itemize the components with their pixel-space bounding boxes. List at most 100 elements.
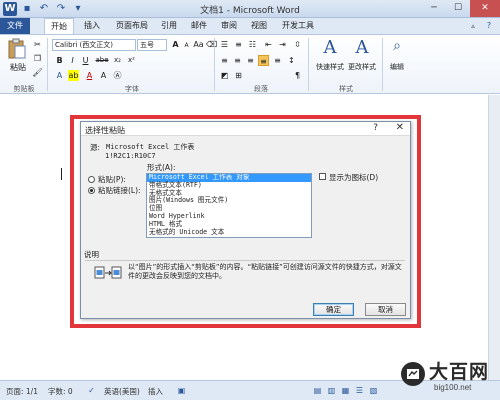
show-marks-icon[interactable]: ¶ [292,70,303,81]
cut-icon[interactable]: ✂ [32,39,43,50]
display-as-icon-checkbox[interactable] [319,173,326,180]
bold-button[interactable]: B [54,55,65,66]
proofing-icon[interactable]: ✓ [86,385,97,396]
watermark-url: big100.net [434,383,472,392]
multilevel-list-icon[interactable]: ☷ [247,39,258,50]
borders-icon[interactable]: ⊞ [233,70,244,81]
vertical-scrollbar[interactable] [488,95,500,380]
window-controls: ─ ☐ ✕ [422,0,500,17]
chinese-layout-icon[interactable]: ⇳ [292,39,303,50]
paste-link-icon [94,266,122,279]
increase-indent-icon[interactable]: ⇥ [277,39,288,50]
paste-radio-label[interactable]: 粘贴(P): [98,174,126,185]
find-icon[interactable]: ⌕ [388,38,406,54]
font-color-icon[interactable]: A [84,70,95,81]
distributed-icon[interactable]: ≡ [272,55,283,66]
ok-button[interactable]: 确定 [313,303,354,316]
font-name-box[interactable]: Calibri (西文正文) [52,39,136,51]
ribbon: 粘贴 ✂ ❐ 🖌 剪贴板 Calibri (西文正文) 五号 A A Aa ⌫ … [0,34,500,94]
tab-view[interactable]: 视图 [245,18,273,34]
tab-mailings[interactable]: 邮件 [185,18,213,34]
align-right-icon[interactable]: ≡ [245,55,256,66]
decrease-indent-icon[interactable]: ⇤ [263,39,274,50]
paste-link-radio-label[interactable]: 粘贴链接(L): [98,185,141,196]
minimize-ribbon-icon[interactable]: ▵ [466,18,480,34]
superscript-button[interactable]: x² [125,55,138,66]
styles-group-label: 样式 [339,85,353,93]
group-separator [214,38,215,91]
list-item[interactable]: 无格式的 Unicode 文本 [147,228,311,237]
change-styles-icon[interactable]: A [350,37,374,58]
format-listbox[interactable]: Microsoft Excel 工作表 对象 带格式文本(RTF) 无格式文本 … [146,173,312,238]
change-case-icon[interactable]: Aa [193,39,204,50]
highlight-icon[interactable]: ab [68,70,79,81]
tab-file[interactable]: 文件 [0,18,30,34]
description-text: 以“图片”的形式插入“剪贴板”的内容。“粘贴链接”可创建访问源文件的快捷方式，对… [128,263,402,280]
outline-icon[interactable]: ☰ [354,385,365,396]
help-icon[interactable]: ? [373,123,378,133]
full-screen-icon[interactable]: ▥ [326,385,337,396]
font-group-label: 字体 [125,85,139,93]
italic-button[interactable]: I [67,55,78,66]
paste-button[interactable] [6,38,28,62]
shading-icon[interactable]: ◩ [219,70,230,81]
bullets-icon[interactable]: ☰ [219,39,230,50]
word-count[interactable]: 字数: 0 [48,386,73,397]
strikethrough-button[interactable]: abe [95,55,109,66]
page-count[interactable]: 页面: 1/1 [6,386,38,397]
minimize-button[interactable]: ─ [422,0,446,17]
grow-font-icon[interactable]: A [170,39,181,50]
quick-styles-icon[interactable]: A [318,37,342,58]
tab-references[interactable]: 引用 [155,18,183,34]
numbering-icon[interactable]: ≡ [233,39,244,50]
char-shading-icon[interactable]: A [98,70,109,81]
big100-logo-icon [401,362,425,386]
editing-label[interactable]: 编辑 [386,62,408,72]
help-icon[interactable]: ? [482,18,496,34]
shrink-font-icon[interactable]: A [181,40,192,51]
close-window-button[interactable]: ✕ [470,0,500,17]
clear-format-icon[interactable]: ⌫ [206,39,217,50]
web-layout-icon[interactable]: ▦ [340,385,351,396]
quick-styles-label[interactable]: 快速样式 [314,62,346,72]
description-label: 说明 [84,250,99,259]
line-spacing-icon[interactable]: ↕ [286,55,297,66]
tab-home[interactable]: 开始 [44,18,74,34]
tab-developer[interactable]: 开发工具 [278,18,318,34]
align-center-icon[interactable]: ≡ [232,55,243,66]
tab-page-layout[interactable]: 页面布局 [110,18,154,34]
insert-mode[interactable]: 插入 [148,386,163,397]
close-icon[interactable]: ✕ [396,122,404,133]
tab-insert[interactable]: 插入 [78,18,106,34]
watermark-title: 大百网 [429,361,490,383]
macro-record-icon[interactable]: ▣ [176,385,187,396]
maximize-button[interactable]: ☐ [446,0,470,17]
tab-review[interactable]: 审阅 [215,18,243,34]
paste-link-radio[interactable] [88,187,95,194]
as-label: 形式(A): [147,163,176,172]
cancel-button[interactable]: 取消 [365,303,406,316]
subscript-button[interactable]: x₂ [111,55,124,66]
copy-icon[interactable]: ❐ [32,53,43,64]
font-size-box[interactable]: 五号 [137,39,167,51]
align-left-icon[interactable]: ≡ [219,55,230,66]
underline-button[interactable]: U [80,55,91,66]
text-effects-icon[interactable]: A [54,70,65,81]
paste-label[interactable]: 粘贴 [8,62,28,73]
ribbon-tabs: 文件 开始 插入 页面布局 引用 邮件 审阅 视图 开发工具 ▵ ? [0,18,500,34]
dialog-title: 选择性粘贴 [85,126,125,135]
list-item[interactable]: 图片(Windows 图元文件) [147,197,311,205]
change-styles-label[interactable]: 更改样式 [346,62,378,72]
group-separator [308,38,309,91]
justify-icon[interactable]: ≡ [258,55,269,66]
print-layout-icon[interactable]: ▤ [312,385,323,396]
source-range: 1!R2C1:R10C7 [105,152,156,160]
format-painter-icon[interactable]: 🖌 [32,67,43,78]
enclose-char-icon[interactable]: Ⓐ [112,70,123,81]
language[interactable]: 英语(美国) [104,386,140,397]
paragraph-group-label: 段落 [254,85,268,93]
draft-icon[interactable]: ▧ [368,385,379,396]
source-value: Microsoft Excel 工作表 [106,143,195,151]
paste-radio[interactable] [88,176,95,183]
display-as-icon-label[interactable]: 显示为图标(D) [329,172,378,183]
